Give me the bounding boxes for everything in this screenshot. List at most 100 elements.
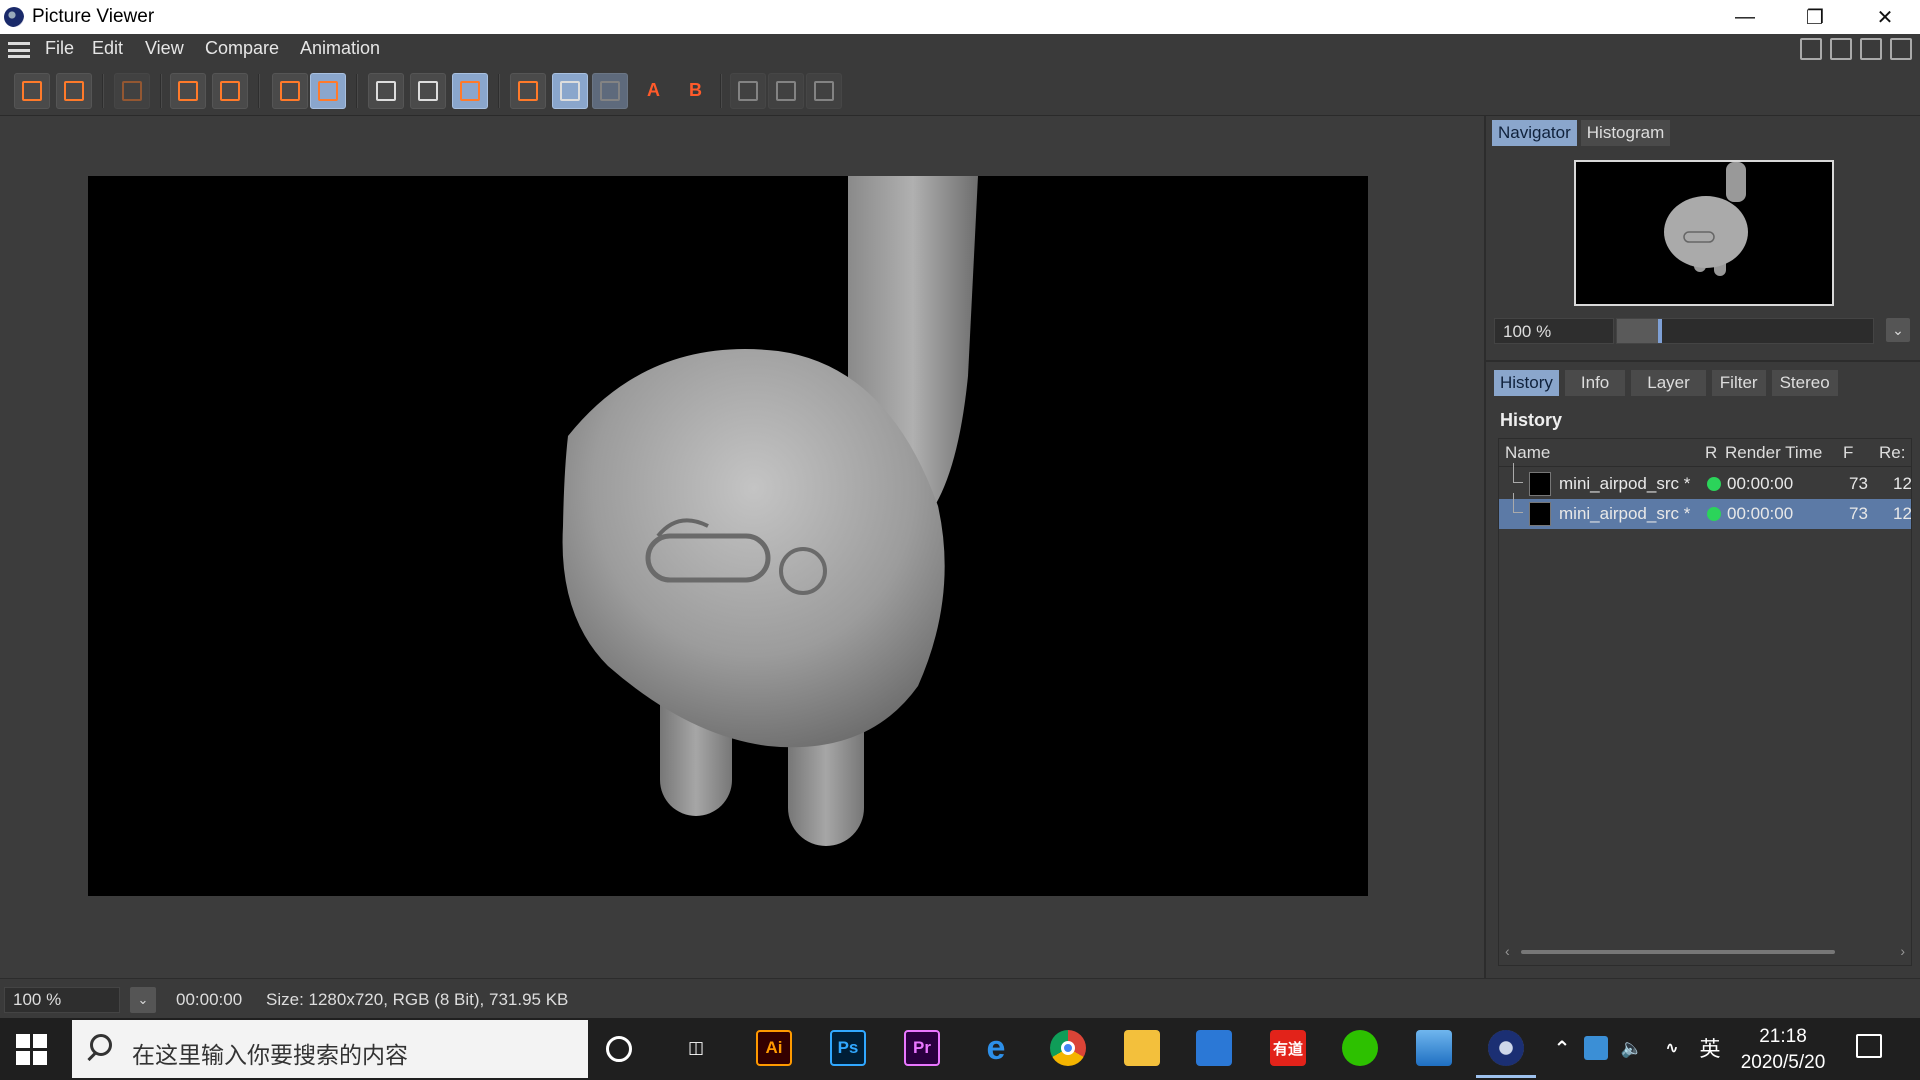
toolbar: A B: [0, 64, 1920, 116]
column-res[interactable]: Re:: [1879, 443, 1905, 463]
show-hidden-icons-icon[interactable]: ⌃: [1550, 1030, 1574, 1066]
ab-split-icon[interactable]: [552, 73, 588, 109]
set-a-icon[interactable]: A: [636, 73, 672, 109]
taskbar-search[interactable]: 在这里输入你要搜索的内容: [72, 1020, 588, 1078]
tab-history[interactable]: History: [1494, 370, 1559, 396]
youdao-icon[interactable]: 有道: [1270, 1030, 1306, 1066]
menu-animation[interactable]: Animation: [300, 38, 380, 59]
close-button[interactable]: ✕: [1850, 0, 1920, 34]
scroll-thumb[interactable]: [1521, 950, 1835, 954]
cortana-icon[interactable]: [606, 1036, 632, 1062]
export-icon[interactable]: [212, 73, 248, 109]
restore-button[interactable]: ❐: [1780, 0, 1850, 34]
row-frames: 73: [1849, 504, 1868, 523]
ab-split2-icon[interactable]: [592, 73, 628, 109]
set-b-icon[interactable]: B: [678, 73, 714, 109]
chrome-icon[interactable]: [1050, 1030, 1086, 1066]
menu-edit[interactable]: Edit: [92, 38, 123, 59]
tab-histogram[interactable]: Histogram: [1580, 120, 1671, 146]
zoom-field[interactable]: 100 %: [4, 987, 120, 1013]
task-view-icon[interactable]: ◫: [678, 1030, 714, 1066]
slider-fill: [1617, 319, 1658, 343]
render-thumbnail: [1529, 472, 1551, 496]
stop-icon[interactable]: [114, 73, 150, 109]
input-method-indicator[interactable]: 英: [1696, 1030, 1724, 1066]
column-r[interactable]: R: [1705, 443, 1717, 463]
title-bar: Picture Viewer — ❐ ✕: [0, 0, 1920, 34]
compare3-icon[interactable]: [806, 73, 842, 109]
search-placeholder: 在这里输入你要搜索的内容: [132, 1042, 408, 1068]
navigator-thumbnail[interactable]: [1574, 160, 1834, 306]
taskbar-clock[interactable]: 21:18 2020/5/20: [1728, 1024, 1838, 1076]
row-res: 12: [1893, 474, 1912, 493]
wechat-icon[interactable]: [1342, 1030, 1378, 1066]
dock-panel-icon[interactable]: [1890, 38, 1912, 60]
view-region3-icon[interactable]: [452, 73, 488, 109]
history-title: History: [1500, 410, 1563, 430]
rendered-image[interactable]: [88, 176, 1368, 896]
crop-icon[interactable]: [170, 73, 206, 109]
navigator-zoom-field[interactable]: 100 %: [1494, 318, 1614, 344]
file-explorer-icon[interactable]: [1124, 1030, 1160, 1066]
tab-info[interactable]: Info: [1564, 370, 1626, 396]
calendar-icon[interactable]: [1196, 1030, 1232, 1066]
table-row[interactable]: mini_airpod_src * 00:00:00 73 12: [1499, 463, 1912, 499]
chevron-down-icon[interactable]: ⌄: [1886, 318, 1910, 342]
app-icon: [4, 7, 24, 27]
menu-compare[interactable]: Compare: [205, 38, 279, 59]
photoshop-icon[interactable]: Ps: [830, 1030, 866, 1066]
photos-icon[interactable]: [1416, 1030, 1452, 1066]
window-title: Picture Viewer: [32, 6, 155, 27]
cinema4d-icon[interactable]: [1476, 1030, 1536, 1078]
wifi-icon[interactable]: ∿: [1660, 1030, 1684, 1066]
slider-handle[interactable]: [1657, 319, 1662, 343]
chevron-down-icon[interactable]: ⌄: [130, 987, 156, 1013]
hamburger-menu-icon[interactable]: [8, 42, 30, 58]
scroll-left-icon[interactable]: ‹: [1505, 943, 1510, 959]
column-name[interactable]: Name: [1505, 443, 1550, 463]
tab-filter[interactable]: Filter: [1711, 370, 1766, 396]
illustrator-icon[interactable]: Ai: [756, 1030, 792, 1066]
column-f[interactable]: F: [1843, 443, 1853, 463]
windows-start-icon[interactable]: [16, 1034, 48, 1066]
row-frames: 73: [1849, 474, 1868, 493]
view-region2-icon[interactable]: [410, 73, 446, 109]
compare2-icon[interactable]: [768, 73, 804, 109]
menu-bar: File Edit View Compare Animation: [0, 34, 1920, 64]
volume-icon[interactable]: 🔈: [1620, 1030, 1644, 1066]
edge-icon[interactable]: e: [978, 1029, 1014, 1067]
row-name: mini_airpod_src *: [1559, 474, 1691, 493]
horizontal-scrollbar[interactable]: ‹ ›: [1505, 943, 1905, 959]
row-res: 12: [1893, 504, 1912, 523]
row-render-time: 00:00:00: [1727, 504, 1794, 523]
compare1-icon[interactable]: [730, 73, 766, 109]
notification-center-icon[interactable]: [1856, 1034, 1882, 1058]
minimize-button[interactable]: —: [1710, 0, 1780, 34]
view-region-icon[interactable]: [368, 73, 404, 109]
clock-date: 2020/5/20: [1740, 1052, 1826, 1073]
add-panel-icon[interactable]: [1830, 38, 1852, 60]
row-name: mini_airpod_src *: [1559, 504, 1691, 523]
tab-stereo[interactable]: Stereo: [1771, 370, 1838, 396]
tree-connector: [1513, 493, 1523, 513]
image-viewer[interactable]: [0, 116, 1484, 978]
scroll-right-icon[interactable]: ›: [1900, 943, 1905, 959]
menu-file[interactable]: File: [45, 38, 74, 59]
ab-icon[interactable]: [510, 73, 546, 109]
premiere-icon[interactable]: Pr: [904, 1030, 940, 1066]
navigator-zoom-slider[interactable]: [1616, 318, 1874, 344]
menu-view[interactable]: View: [145, 38, 184, 59]
tab-navigator[interactable]: Navigator: [1492, 120, 1577, 146]
open-icon[interactable]: [14, 73, 50, 109]
column-render-time[interactable]: Render Time: [1725, 443, 1822, 463]
panel-layout-icon[interactable]: [1800, 38, 1822, 60]
table-row[interactable]: mini_airpod_src * 00:00:00 73 12: [1499, 493, 1912, 529]
network-app-icon[interactable]: [1584, 1036, 1608, 1060]
tree-connector: [1513, 463, 1523, 483]
status-dot: [1707, 507, 1721, 521]
save-icon[interactable]: [56, 73, 92, 109]
tab-layer[interactable]: Layer: [1631, 370, 1706, 396]
stack-icon[interactable]: [310, 73, 346, 109]
copy-icon[interactable]: [272, 73, 308, 109]
move-panel-icon[interactable]: [1860, 38, 1882, 60]
